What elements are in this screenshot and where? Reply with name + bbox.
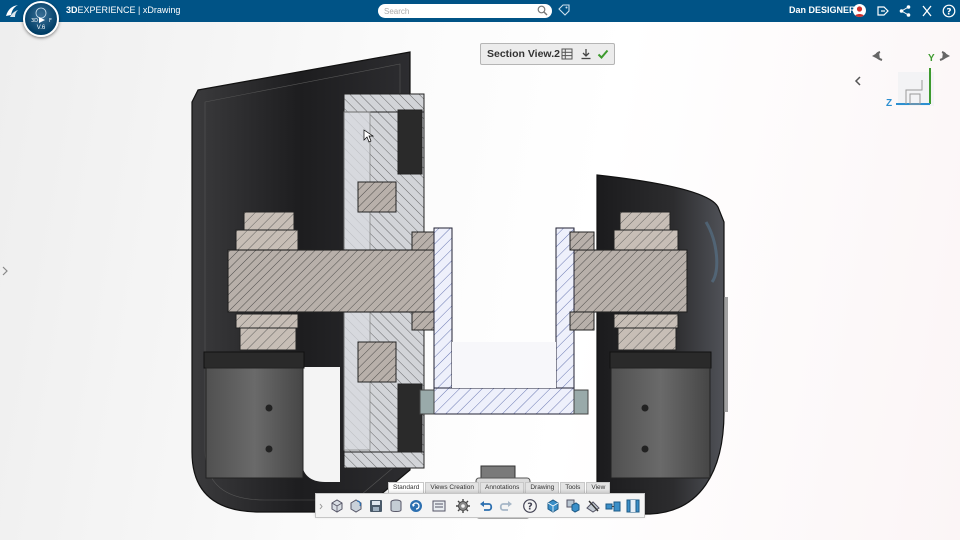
new-document-icon[interactable] [329,498,345,514]
tab-views-creation[interactable]: Views Creation [425,482,479,493]
tab-view[interactable]: View [586,482,611,493]
search-icon[interactable] [537,5,548,16]
username[interactable]: Dan DESIGNER [789,5,856,15]
tag-icon[interactable] [558,4,570,16]
compass-tools-icon[interactable] [920,4,934,18]
top-bar: 3DEXPERIENCE | xDrawing Dan DESIGNER ? [0,0,960,22]
projection-view-icon[interactable] [565,498,581,514]
action-toolbar: ? [315,493,645,518]
drawing-canvas[interactable]: Section View.2 Y Z [0,22,960,540]
chevron-left-icon[interactable] [852,75,864,87]
section-view-drawing[interactable] [0,22,960,540]
z-axis-label: Z [886,98,893,109]
help-icon[interactable]: ? [942,4,956,18]
sheet-properties-icon[interactable] [431,498,447,514]
y-axis-label: Y [928,53,935,64]
dassault-logo-icon[interactable] [4,3,20,19]
search-input[interactable] [384,4,534,18]
section-view-panel[interactable]: Section View.2 [480,43,615,65]
settings-gear-icon[interactable] [455,498,471,514]
save-icon[interactable] [368,498,384,514]
tab-drawing[interactable]: Drawing [525,482,560,493]
download-icon[interactable] [580,48,592,60]
compass-version: V.6 [36,25,46,31]
user-avatar-icon [854,6,865,17]
share-icon[interactable] [898,4,912,18]
broken-view-icon[interactable] [625,498,641,514]
svg-text:F: F [49,18,52,24]
svg-text:?: ? [946,7,951,17]
app-brand: 3DEXPERIENCE | xDrawing [66,5,181,15]
database-icon[interactable] [388,498,404,514]
redo-icon[interactable] [498,498,514,514]
search-box[interactable] [378,4,552,18]
tab-tools[interactable]: Tools [560,482,586,493]
section-plane-icon[interactable] [585,498,601,514]
share-arrow-icon[interactable] [876,4,890,18]
left-panel-expand-icon[interactable] [0,265,10,277]
3d-view-icon[interactable] [545,498,561,514]
confirm-check-icon[interactable] [597,48,609,60]
toolbar-tabs: Standard Views Creation Annotations Draw… [388,482,611,493]
open-model-icon[interactable] [348,498,364,514]
grid-edit-icon[interactable] [561,48,573,60]
tab-standard[interactable]: Standard [388,482,425,493]
tab-annotations[interactable]: Annotations [480,482,525,493]
3d-compass[interactable]: 3D F V.6 [23,1,59,37]
svg-text:?: ? [527,502,533,513]
user-avatar[interactable] [853,4,866,17]
undo-icon[interactable] [478,498,494,514]
refresh-icon[interactable] [408,498,424,514]
orientation-triad[interactable]: Y Z [868,50,960,114]
detail-view-icon[interactable] [605,498,621,514]
svg-text:3D: 3D [31,18,38,24]
rotate-arrows-icon[interactable] [868,50,960,114]
section-view-title[interactable]: Section View.2 [487,48,560,60]
help-question-icon[interactable]: ? [522,498,538,514]
toolbar-grip-icon[interactable] [318,498,324,515]
